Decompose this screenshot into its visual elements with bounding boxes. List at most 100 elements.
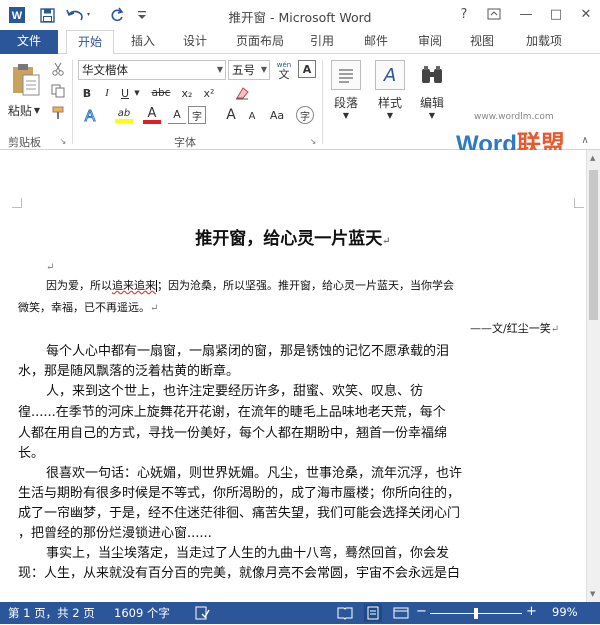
- clipboard-group-label: 剪贴板: [8, 136, 41, 149]
- styles-button[interactable]: A 样式 ▼: [370, 60, 410, 120]
- text-effect-icon[interactable]: A: [80, 104, 100, 126]
- editing-label: 编辑: [419, 96, 444, 110]
- scroll-down-icon[interactable]: ▼: [590, 590, 595, 598]
- collapse-ribbon-icon[interactable]: ∧: [578, 134, 592, 146]
- close-button[interactable]: ✕: [574, 4, 598, 24]
- paragraph-button[interactable]: 段落 ▼: [326, 60, 366, 120]
- body-line: 很喜欢一句话：心妩媚，则世界妩媚。凡尘，世事沧桑，流年沉浮，也许: [46, 466, 463, 481]
- tab-home[interactable]: 开始: [66, 30, 114, 55]
- empty-paragraph: ↵: [46, 260, 54, 273]
- paragraph-mark: ↵: [150, 303, 159, 314]
- subscript-button[interactable]: x₂: [178, 84, 196, 102]
- enclose-circle-icon[interactable]: 字: [296, 106, 314, 124]
- chevron-down-icon: ▼: [386, 111, 394, 120]
- font-color-glyph: A: [147, 105, 157, 121]
- paste-icon[interactable]: [8, 60, 44, 100]
- ribbon-tabs: 文件 开始 插入 设计 页面布局 引用 邮件 审阅 视图 加载项: [0, 30, 600, 55]
- tab-insert[interactable]: 插入: [120, 30, 166, 54]
- chevron-down-icon: ▼: [428, 111, 436, 120]
- tab-references[interactable]: 引用: [302, 30, 342, 54]
- binoculars-icon: [417, 60, 447, 90]
- clear-format-icon[interactable]: [232, 84, 252, 102]
- proofing-icon[interactable]: [194, 605, 210, 621]
- body-line: 现：人生，从来就没有百分百的完美，就像月亮不会常圆，宇宙不会永远是白: [18, 566, 461, 581]
- zoom-out-button[interactable]: −: [416, 604, 427, 619]
- copy-icon[interactable]: [48, 82, 68, 100]
- cut-icon[interactable]: [48, 60, 68, 78]
- spelling-error-text: 追来追来: [112, 279, 156, 292]
- intro-text-a: 因为爱，所以: [46, 279, 112, 292]
- svg-text:A: A: [85, 108, 96, 124]
- tab-view[interactable]: 视图: [462, 30, 502, 54]
- signature-text: ——文/红尘一笑: [470, 322, 551, 335]
- font-color-button[interactable]: A: [140, 104, 164, 126]
- margin-corner: [574, 198, 584, 208]
- font-color-swatch: [143, 119, 161, 124]
- phonetic-guide-button[interactable]: wén 文: [274, 58, 294, 82]
- separator: [322, 60, 323, 144]
- zoom-in-button[interactable]: +: [526, 604, 537, 619]
- read-mode-icon[interactable]: [336, 605, 354, 621]
- format-painter-icon[interactable]: [48, 104, 68, 122]
- scroll-thumb[interactable]: [589, 170, 598, 320]
- phonetic-wen-glyph: 文: [278, 68, 290, 81]
- document-area[interactable]: 推开窗，给心灵一片蓝天↵ ↵ 因为爱，所以追来追来；因为沧桑，所以坚强。推开窗，…: [0, 150, 586, 602]
- highlight-button[interactable]: ab: [112, 104, 136, 126]
- vertical-scrollbar[interactable]: ▲ ▼: [586, 150, 600, 602]
- chevron-down-icon[interactable]: ▼: [132, 84, 142, 102]
- char-shading-icon[interactable]: A: [168, 106, 186, 124]
- clipboard-launcher-icon[interactable]: ↘: [58, 136, 68, 146]
- scroll-up-icon[interactable]: ▲: [590, 154, 595, 162]
- enclose-char-icon[interactable]: 字: [188, 106, 206, 124]
- font-launcher-icon[interactable]: ↘: [308, 136, 318, 146]
- web-layout-icon[interactable]: [392, 605, 410, 621]
- body-line: ，把曾经的那份烂漫锁进心窗......: [18, 526, 212, 541]
- print-layout-icon[interactable]: [364, 604, 382, 622]
- body-line: 每个人心中都有一扇窗，一扇紧闭的窗，那是锈蚀的记忆不愿承载的泪: [46, 344, 450, 359]
- status-bar: 第 1 页，共 2 页 1609 个字 − + 99%: [0, 602, 600, 624]
- intro-line-1: 因为爱，所以追来追来；因为沧桑，所以坚强。推开窗，给心灵一片蓝天，当你学会: [46, 277, 454, 293]
- intro-text-c: 微笑，幸福，已不再遥远。: [18, 301, 150, 314]
- superscript-button[interactable]: x²: [200, 84, 218, 102]
- chevron-down-icon: ▼: [342, 111, 350, 120]
- font-size-combo[interactable]: 五号 ▼: [228, 60, 270, 80]
- char-border-icon[interactable]: A: [298, 60, 316, 78]
- bold-button[interactable]: B: [80, 84, 94, 102]
- strikethrough-button[interactable]: abc: [148, 84, 174, 102]
- styles-icon: A: [375, 60, 405, 90]
- watermark-url: www.wordlm.com: [474, 112, 554, 122]
- font-name-combo[interactable]: 华文楷体 ▼: [78, 60, 226, 80]
- tab-review[interactable]: 审阅: [410, 30, 450, 54]
- restore-button[interactable]: □: [544, 4, 568, 24]
- change-case-button[interactable]: Aa: [264, 106, 290, 124]
- tab-layout[interactable]: 页面布局: [226, 30, 294, 54]
- body-line: 事实上，当尘埃落定，当走过了人生的九曲十八弯，蓦然回首，你会发: [46, 546, 450, 561]
- editing-button[interactable]: 编辑 ▼: [412, 60, 452, 120]
- italic-button[interactable]: I: [100, 84, 114, 102]
- grow-font-button[interactable]: A: [222, 106, 240, 124]
- shrink-font-button[interactable]: A: [244, 108, 260, 124]
- style-glyph: A: [383, 64, 397, 86]
- paragraph-label: 段落: [333, 96, 358, 110]
- paste-button[interactable]: 粘贴 ▼: [6, 102, 42, 118]
- underline-button[interactable]: U: [118, 84, 132, 102]
- paragraph-mark: ↵: [382, 236, 391, 247]
- page-count[interactable]: 第 1 页，共 2 页: [8, 605, 95, 621]
- intro-text-b: ；因为沧桑，所以坚强。推开窗，给心灵一片蓝天，当你学会: [157, 279, 454, 292]
- separator: [72, 60, 73, 144]
- ribbon-display-icon[interactable]: [482, 4, 506, 24]
- signature: ——文/红尘一笑↵: [470, 320, 559, 336]
- zoom-level[interactable]: 99%: [552, 605, 578, 619]
- font-size-value: 五号: [232, 63, 255, 77]
- word-count[interactable]: 1609 个字: [114, 605, 170, 621]
- zoom-slider-thumb[interactable]: [474, 608, 478, 619]
- help-button[interactable]: ?: [452, 4, 476, 24]
- tab-addins[interactable]: 加载项: [516, 30, 572, 54]
- ribbon: 粘贴 ▼ 剪贴板 ↘ 华文楷体 ▼ 五号 ▼ wén 文 A B I U ▼ abc …: [0, 54, 600, 158]
- tab-file[interactable]: 文件: [0, 30, 58, 54]
- tab-design[interactable]: 设计: [172, 30, 218, 54]
- document-title: 推开窗，给心灵一片蓝天↵: [0, 224, 586, 249]
- minimize-button[interactable]: —: [514, 4, 538, 24]
- title-bar: W 推开窗 - Microsoft Word ? — □ ✕: [0, 0, 600, 30]
- tab-mailings[interactable]: 邮件: [356, 30, 396, 54]
